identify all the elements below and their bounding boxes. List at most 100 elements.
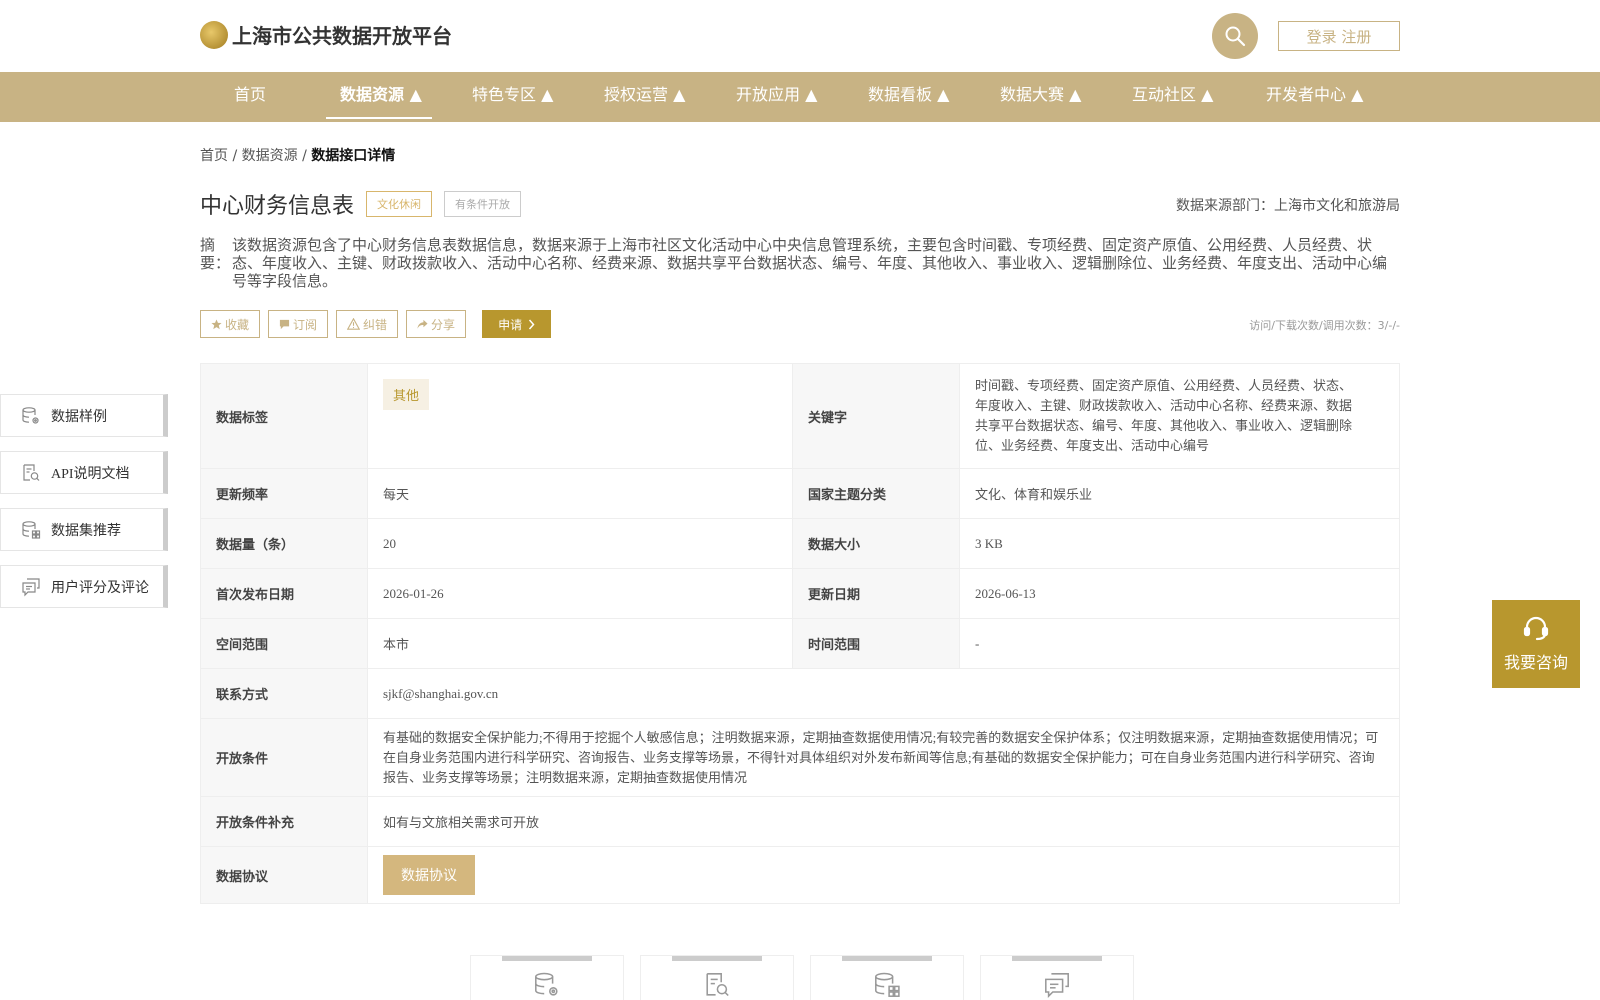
field-value: 如有与文旅相关需求可开放 xyxy=(367,796,1400,847)
nav-item-data-dashboard[interactable]: 数据看板 ▲ xyxy=(868,72,949,122)
field-value: 2026-06-13 xyxy=(959,568,1400,619)
comment-icon xyxy=(1045,973,1069,999)
favorite-button[interactable]: 收藏 xyxy=(200,310,261,338)
consult-button[interactable]: 我要咨询 xyxy=(1492,600,1580,688)
dataset-grid-icon xyxy=(22,520,41,539)
side-item-label: 数据样例 xyxy=(51,409,107,425)
table-row: 数据量（条） 20 数据大小 3 KB xyxy=(200,518,1400,569)
database-settings-icon xyxy=(535,972,558,996)
side-item-dataset-recommend[interactable]: 数据集推荐 xyxy=(0,508,168,551)
summary-label: 摘要： xyxy=(200,236,231,272)
search-icon xyxy=(1225,26,1246,47)
logo-icon xyxy=(200,20,228,49)
nav-item-data-contest[interactable]: 数据大赛 ▲ xyxy=(1000,72,1081,122)
side-item-label: 数据集推荐 xyxy=(51,523,121,539)
bottom-card-data-sample[interactable] xyxy=(470,955,624,1000)
bottom-card-api-docs[interactable] xyxy=(640,955,794,1000)
breadcrumb-section[interactable]: 数据资源 xyxy=(242,148,298,164)
report-error-label: 纠错 xyxy=(363,317,388,332)
field-label: 更新日期 xyxy=(792,568,960,619)
table-row: 更新频率 每天 国家主题分类 文化、体育和娱乐业 xyxy=(200,468,1400,519)
breadcrumb-separator: / xyxy=(302,148,307,164)
nav-item-open-apps[interactable]: 开放应用 ▲ xyxy=(736,72,817,122)
source-department: 数据来源部门：上海市文化和旅游局 xyxy=(1176,198,1400,214)
side-nav: 数据样例 API说明文档 数据集推荐 用户评分及评论 xyxy=(0,394,168,622)
breadcrumb: 首页 / 数据资源 / 数据接口详情 xyxy=(200,145,395,165)
data-protocol-button[interactable]: 数据协议 xyxy=(383,855,475,895)
subscribe-button[interactable]: 订阅 xyxy=(268,310,329,338)
table-row: 联系方式 sjkf@shanghai.gov.cn xyxy=(200,668,1400,719)
site-title: 上海市公共数据开放平台 xyxy=(232,24,452,48)
open-type-tag: 有条件开放 xyxy=(444,191,522,217)
title-row: 中心财务信息表 文化休闲 有条件开放 xyxy=(200,188,522,220)
card-top-bar xyxy=(672,956,762,961)
warning-icon xyxy=(347,318,361,330)
site-header: 上海市公共数据开放平台 登录 注册 xyxy=(0,0,1600,72)
star-icon xyxy=(211,318,222,329)
table-row: 数据协议 数据协议 xyxy=(200,846,1400,904)
table-row: 数据标签 其他 关键字 时间戳、专项经费、固定资产原值、公用经费、人员经费、状态… xyxy=(200,363,1400,469)
nav-item-special-zone[interactable]: 特色专区 ▲ xyxy=(472,72,553,122)
share-label: 分享 xyxy=(431,317,456,332)
action-bar: 收藏 订阅 纠错 分享 申请 xyxy=(200,310,552,338)
field-value: 本市 xyxy=(367,618,793,669)
search-button[interactable] xyxy=(1212,13,1258,59)
side-item-data-sample[interactable]: 数据样例 xyxy=(0,394,168,437)
side-item-label: API说明文档 xyxy=(51,466,130,482)
document-search-icon xyxy=(706,973,729,997)
apply-button[interactable]: 申请 xyxy=(482,310,552,338)
nav-item-developer-center[interactable]: 开发者中心 ▲ xyxy=(1266,72,1363,122)
summary: 摘要： 该数据资源包含了中心财务信息表数据信息，数据来源于上海市社区文化活动中心… xyxy=(200,236,1400,290)
nav-item-data-resources[interactable]: 数据资源 ▲ xyxy=(340,72,422,122)
field-label: 开放条件补充 xyxy=(200,796,368,847)
field-label: 数据协议 xyxy=(200,846,368,904)
nav-item-authorized-operation[interactable]: 授权运营 ▲ xyxy=(604,72,685,122)
side-item-api-docs[interactable]: API说明文档 xyxy=(0,451,168,494)
field-value: 20 xyxy=(367,518,793,569)
field-label: 数据大小 xyxy=(792,518,960,569)
bottom-card-dataset-recommend[interactable] xyxy=(810,955,964,1000)
breadcrumb-separator: / xyxy=(232,148,238,164)
breadcrumb-current: 数据接口详情 xyxy=(311,148,396,164)
field-label: 国家主题分类 xyxy=(792,468,960,519)
subscribe-label: 订阅 xyxy=(293,317,318,332)
field-label: 时间范围 xyxy=(792,618,960,669)
dataset-grid-icon xyxy=(875,972,900,997)
nav-item-home[interactable]: 首页 xyxy=(234,72,266,122)
bookmark-icon xyxy=(279,319,290,329)
main-nav: 首页 数据资源 ▲ 特色专区 ▲ 授权运营 ▲ 开放应用 ▲ 数据看板 ▲ 数据… xyxy=(0,72,1600,122)
share-button[interactable]: 分享 xyxy=(406,310,467,338)
breadcrumb-home[interactable]: 首页 xyxy=(200,148,228,164)
card-top-bar xyxy=(842,956,932,961)
field-value: 数据协议 xyxy=(367,846,1400,904)
consult-label: 我要咨询 xyxy=(1503,653,1568,672)
bottom-quick-links xyxy=(470,955,1134,1000)
field-label: 开放条件 xyxy=(200,718,368,797)
table-row: 首次发布日期 2026-01-26 更新日期 2026-06-13 xyxy=(200,568,1400,619)
card-top-bar xyxy=(1012,956,1102,961)
field-label: 联系方式 xyxy=(200,668,368,719)
report-error-button[interactable]: 纠错 xyxy=(336,310,399,338)
page-title: 中心财务信息表 xyxy=(200,194,355,219)
side-item-reviews[interactable]: 用户评分及评论 xyxy=(0,565,168,608)
category-tag: 文化休闲 xyxy=(366,191,433,217)
field-label: 更新频率 xyxy=(200,468,368,519)
nav-item-community[interactable]: 互动社区 ▲ xyxy=(1132,72,1213,122)
favorite-label: 收藏 xyxy=(225,317,250,332)
apply-label: 申请 xyxy=(498,317,523,332)
bottom-card-reviews[interactable] xyxy=(980,955,1134,1000)
nav-active-indicator xyxy=(326,117,432,119)
headset-icon xyxy=(1523,616,1549,641)
table-row: 空间范围 本市 时间范围 - xyxy=(200,618,1400,669)
document-search-icon xyxy=(23,463,40,481)
field-value: 每天 xyxy=(367,468,793,519)
access-stats: 访问/下载次数/调用次数：3/-/- xyxy=(1249,319,1400,332)
chevron-right-icon xyxy=(529,319,535,329)
field-label: 首次发布日期 xyxy=(200,568,368,619)
login-register-button[interactable]: 登录 注册 xyxy=(1278,21,1400,51)
table-row: 开放条件 有基础的数据安全保护能力;不得用于挖掘个人敏感信息；注明数据来源，定期… xyxy=(200,718,1400,797)
site-logo[interactable]: 上海市公共数据开放平台 xyxy=(200,20,452,49)
field-label: 关键字 xyxy=(792,363,960,469)
data-tag-chip[interactable]: 其他 xyxy=(383,379,430,410)
contact-email: sjkf@shanghai.gov.cn xyxy=(367,668,1400,719)
